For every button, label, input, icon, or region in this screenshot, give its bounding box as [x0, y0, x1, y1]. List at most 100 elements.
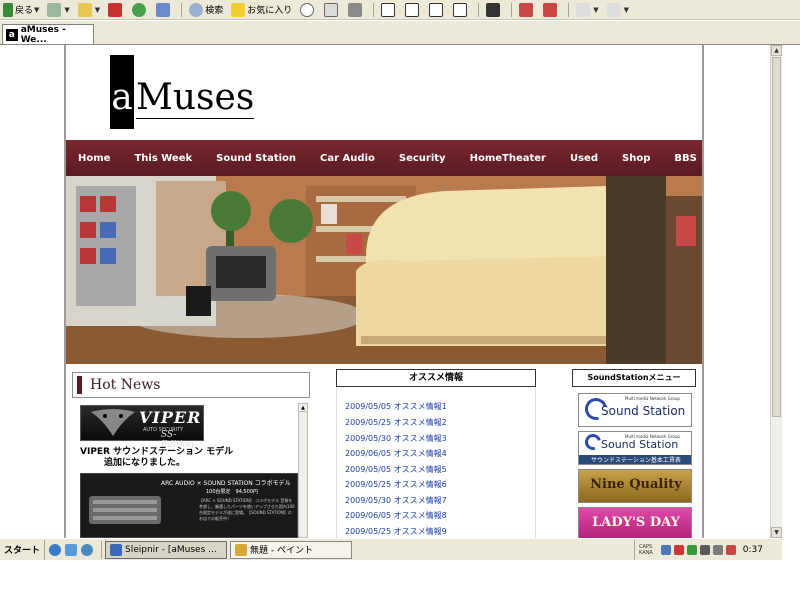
banner-brand-text: Sound Station — [601, 438, 679, 451]
osusume-item[interactable]: 2009/05/25 オススメ情報9 — [345, 526, 447, 537]
tab-bar: a aMuses - We... — [0, 21, 800, 45]
reload-button[interactable] — [129, 1, 151, 19]
history-button[interactable] — [297, 1, 319, 19]
taskbar-paint[interactable]: 無題 - ペイント — [230, 540, 353, 559]
showroom-illustration — [66, 176, 702, 364]
osusume-item[interactable]: 2009/05/30 オススメ情報7 — [345, 495, 447, 506]
viper-snake-icon — [91, 409, 135, 436]
nav-bbs[interactable]: BBS — [674, 153, 696, 164]
window-tile-button-1[interactable] — [378, 1, 400, 19]
stop-button[interactable] — [105, 1, 127, 19]
clock[interactable]: 0:37 — [743, 545, 763, 555]
security-shield-icon[interactable] — [725, 545, 736, 555]
chevron-down-icon[interactable]: ▼ — [624, 6, 629, 14]
nav-sound-station[interactable]: Sound Station — [216, 153, 296, 164]
home-button[interactable] — [153, 1, 175, 19]
new-page-icon — [77, 2, 92, 17]
osusume-item[interactable]: 2009/05/25 オススメ情報2 — [345, 417, 447, 428]
flag-button[interactable] — [516, 1, 538, 19]
network-icon[interactable] — [660, 545, 671, 555]
viper-banner[interactable]: VIPER AUTO SECURITY SS-Edition — [80, 405, 204, 450]
antivirus-icon[interactable] — [673, 545, 684, 555]
nine-quality-text: Nine Quality — [590, 477, 682, 492]
favorites-button[interactable]: お気に入り — [228, 1, 295, 19]
ie-icon[interactable] — [49, 543, 62, 556]
taskbar-sleipnir[interactable]: Sleipnir - [aMuses ... — [105, 540, 228, 559]
toolbar-separator — [181, 2, 183, 17]
nav-home[interactable]: Home — [78, 153, 110, 164]
browser-toolbar: 戻る ▼ ▼ ▼ 検索 お気に入り ▼ ▼ — [0, 0, 800, 20]
scrollbar-thumb[interactable] — [772, 57, 781, 417]
site-header: a Muses — [66, 45, 702, 140]
nav-link[interactable]: Link — [721, 153, 745, 164]
nav-shop[interactable]: Shop — [622, 153, 650, 164]
nav-car-audio[interactable]: Car Audio — [320, 153, 375, 164]
back-button[interactable]: 戻る ▼ — [0, 1, 42, 19]
window-edge — [782, 45, 800, 538]
star-icon — [231, 2, 246, 17]
system-tray: CAPS KANA 0:37 — [634, 540, 782, 560]
window-tile-button-2[interactable] — [402, 1, 424, 19]
window-tile-button-3[interactable] — [426, 1, 448, 19]
nav-used[interactable]: Used — [570, 153, 598, 164]
scroll-up-arrow-icon[interactable]: ▲ — [771, 45, 782, 56]
window-tile-icon — [381, 2, 396, 17]
toolbar-separator — [373, 2, 375, 17]
tree-button[interactable] — [321, 1, 343, 19]
window-tile-button-4[interactable] — [450, 1, 472, 19]
start-button[interactable]: スタート — [0, 539, 46, 560]
sound-station-fees-banner[interactable]: Multi media Network Group Sound Station … — [578, 431, 692, 465]
site-logo[interactable]: a Muses — [110, 55, 255, 129]
volume-icon[interactable] — [712, 545, 723, 555]
new-tab-button[interactable]: ▼ — [75, 1, 103, 19]
chevron-down-icon[interactable]: ▼ — [34, 6, 39, 14]
osusume-item[interactable]: 2009/05/25 オススメ情報6 — [345, 479, 447, 490]
hot-news-header: Hot News — [72, 372, 310, 398]
script-button[interactable]: ▼ — [573, 1, 601, 19]
window-button[interactable] — [483, 1, 505, 19]
site-page: a Muses Home This Week Sound Station Car… — [64, 45, 744, 538]
banner-brand-text: Sound Station — [601, 404, 686, 418]
arc-banner-description: 【ARC × SOUND STATION】 コラボモデル 音質を考慮し、厳選した… — [199, 498, 295, 521]
kana-indicator: KANA — [639, 550, 653, 556]
tab-amuses[interactable]: a aMuses - We... — [2, 24, 94, 45]
quick-launch — [45, 540, 103, 559]
page-scrollbar[interactable]: ▲ ▼ — [770, 45, 782, 538]
osusume-item[interactable]: 2009/05/05 オススメ情報5 — [345, 464, 447, 475]
desktop-icon[interactable] — [65, 543, 78, 556]
ime-icon[interactable] — [699, 545, 710, 555]
security-button[interactable] — [540, 1, 562, 19]
hot-news-scrollbar[interactable]: ▲ — [298, 403, 308, 538]
sleipnir-icon — [110, 543, 123, 556]
osusume-item[interactable]: 2009/05/05 オススメ情報1 — [345, 401, 447, 412]
chevron-down-icon[interactable]: ▼ — [593, 6, 598, 14]
arc-audio-banner[interactable]: ARC AUDIO × SOUND STATION コラボモデル 100台限定 … — [80, 473, 298, 538]
chevron-down-icon[interactable]: ▼ — [95, 6, 100, 14]
sound-station-banner[interactable]: Multi media Network Group Sound Station — [578, 393, 692, 427]
nine-quality-banner[interactable]: Nine Quality — [578, 469, 692, 503]
nav-security[interactable]: Security — [399, 153, 446, 164]
main-nav: Home This Week Sound Station Car Audio S… — [66, 140, 744, 176]
security-icon — [543, 2, 558, 17]
back-label: 戻る — [15, 6, 34, 16]
osusume-item[interactable]: 2009/06/05 オススメ情報4 — [345, 448, 447, 459]
back-arrow-icon — [3, 2, 13, 17]
scroll-down-arrow-icon[interactable]: ▼ — [771, 527, 782, 538]
ladys-day-banner[interactable]: LADY'S DAY — [578, 507, 692, 538]
media-icon[interactable] — [81, 543, 94, 556]
window-menu-button[interactable]: ▼ — [604, 1, 632, 19]
update-icon[interactable] — [686, 545, 697, 555]
amplifier-icon — [89, 496, 161, 524]
nav-this-week[interactable]: This Week — [134, 153, 192, 164]
chevron-down-icon[interactable]: ▼ — [64, 6, 69, 14]
forward-button[interactable]: ▼ — [44, 1, 72, 19]
osusume-item[interactable]: 2009/05/30 オススメ情報3 — [345, 433, 447, 444]
logo-text: Muses — [136, 77, 255, 119]
scroll-up-arrow-icon[interactable]: ▲ — [299, 404, 307, 412]
nav-home-theater[interactable]: HomeTheater — [470, 153, 546, 164]
paint-icon — [235, 543, 248, 556]
rss-button[interactable] — [345, 1, 367, 19]
search-button[interactable]: 検索 — [186, 1, 226, 19]
osusume-item[interactable]: 2009/06/05 オススメ情報8 — [345, 510, 447, 521]
osusume-header: オススメ情報 — [336, 369, 536, 387]
